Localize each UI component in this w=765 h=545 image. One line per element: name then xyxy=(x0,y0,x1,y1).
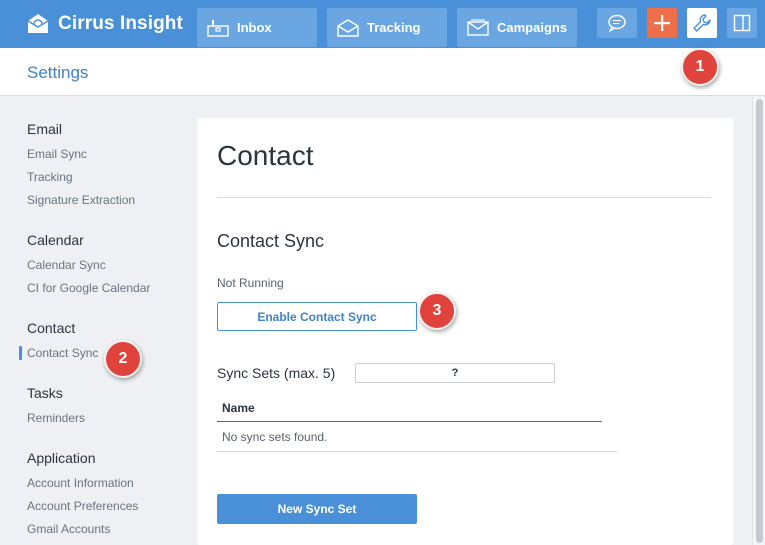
tab-campaigns[interactable]: Campaigns xyxy=(457,8,577,47)
callout-3: 3 xyxy=(418,292,456,330)
sync-status: Not Running xyxy=(217,276,284,290)
enable-contact-sync-button[interactable]: Enable Contact Sync xyxy=(217,302,417,331)
cirrus-logo-icon xyxy=(27,14,49,33)
empty-table-message: No sync sets found. xyxy=(222,430,328,444)
contact-settings-panel: Contact Contact Sync Not Running Enable … xyxy=(197,118,733,545)
chat-icon xyxy=(608,14,626,32)
plus-icon xyxy=(654,15,670,31)
tab-inbox-label: Inbox xyxy=(237,20,272,35)
sidebar-item-reminders[interactable]: Reminders xyxy=(27,411,85,425)
sidebar-item-gmail-accounts[interactable]: Gmail Accounts xyxy=(27,522,110,536)
chat-button[interactable] xyxy=(597,8,637,38)
top-bar: Cirrus Insight Inbox Tracking Campaigns xyxy=(0,0,765,48)
sidebar-section-tasks: Tasks xyxy=(27,385,63,401)
campaign-icon xyxy=(467,18,489,36)
settings-header: Settings xyxy=(0,48,765,96)
active-item-indicator xyxy=(19,346,22,360)
sidebar-section-calendar: Calendar xyxy=(27,232,84,248)
tab-inbox[interactable]: Inbox xyxy=(197,8,317,47)
tab-tracking[interactable]: Tracking xyxy=(327,8,447,47)
inbox-icon xyxy=(207,19,229,37)
tab-tracking-label: Tracking xyxy=(367,20,421,35)
table-bottom-divider xyxy=(217,451,617,452)
sidebar-item-signature-extraction[interactable]: Signature Extraction xyxy=(27,193,135,207)
sidebar-section-contact: Contact xyxy=(27,320,76,336)
sidebar-item-ci-google-calendar[interactable]: CI for Google Calendar xyxy=(27,281,150,295)
section-heading: Contact Sync xyxy=(217,231,325,251)
envelope-icon xyxy=(337,18,359,37)
sidebar-item-account-information[interactable]: Account Information xyxy=(27,476,134,490)
sidebar-item-account-preferences[interactable]: Account Preferences xyxy=(27,499,138,513)
app-name: Cirrus Insight xyxy=(58,13,183,34)
settings-button[interactable] xyxy=(687,8,717,38)
sidebar-section-email: Email xyxy=(27,121,63,137)
table-header-name: Name xyxy=(222,401,255,415)
scrollbar-thumb[interactable] xyxy=(756,99,763,543)
sidebar-item-email-sync[interactable]: Email Sync xyxy=(27,147,87,161)
title-divider xyxy=(217,197,711,198)
callout-1: 1 xyxy=(681,48,719,86)
panel-toggle-button[interactable] xyxy=(727,8,757,38)
sidebar-item-tracking[interactable]: Tracking xyxy=(27,170,73,184)
sidebar-item-contact-sync[interactable]: Contact Sync xyxy=(27,346,98,360)
help-button[interactable]: ? xyxy=(355,363,555,383)
settings-sidebar: Email Email Sync Tracking Signature Extr… xyxy=(0,97,190,545)
table-header-divider xyxy=(217,421,602,422)
tab-campaigns-label: Campaigns xyxy=(497,20,568,35)
sidebar-item-calendar-sync[interactable]: Calendar Sync xyxy=(27,258,106,272)
scrollbar[interactable] xyxy=(752,97,765,545)
page-title: Settings xyxy=(27,63,89,82)
callout-2: 2 xyxy=(104,340,142,378)
new-sync-set-button[interactable]: New Sync Set xyxy=(217,494,417,524)
content-title: Contact xyxy=(217,140,314,171)
panel-icon xyxy=(733,14,751,32)
wrench-icon xyxy=(693,14,711,32)
sync-sets-label: Sync Sets (max. 5) xyxy=(217,365,336,381)
sidebar-section-application: Application xyxy=(27,450,96,466)
app-logo: Cirrus Insight xyxy=(26,11,183,37)
add-button[interactable] xyxy=(647,8,677,38)
